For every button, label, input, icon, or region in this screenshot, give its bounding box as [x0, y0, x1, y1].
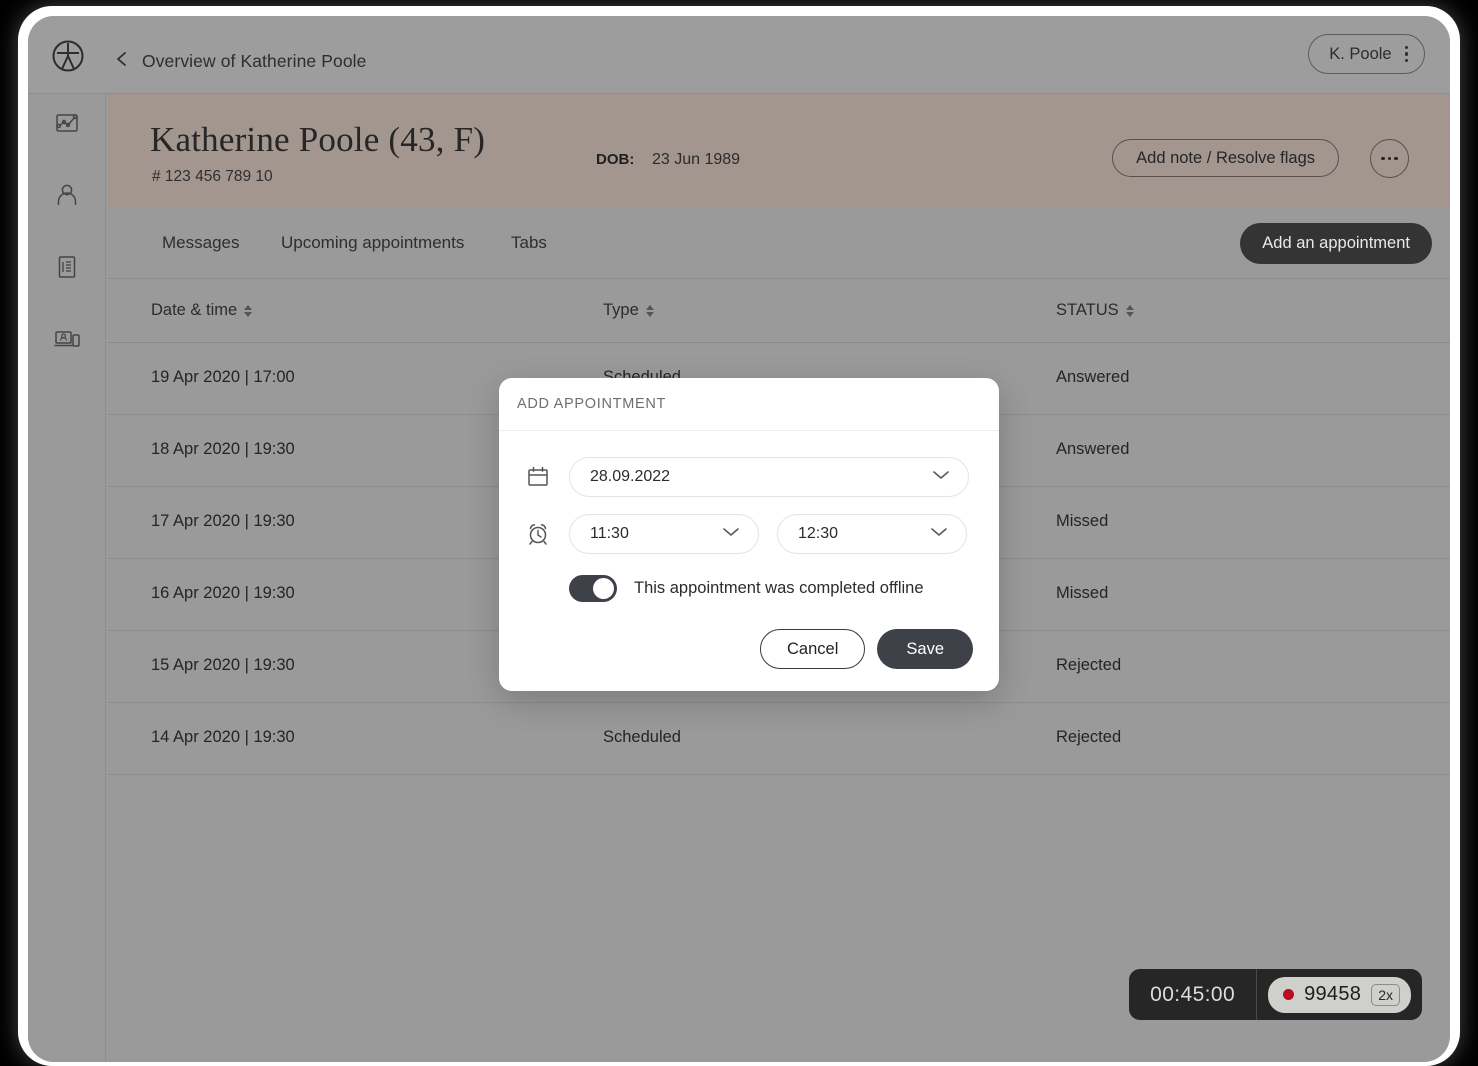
chevron-down-icon[interactable]: [722, 525, 740, 543]
cell-date-time: 17 Apr 2020 | 19:30: [151, 512, 295, 530]
sort-arrows-icon[interactable]: [244, 304, 253, 317]
breadcrumb[interactable]: Overview of Katherine Poole: [142, 51, 366, 72]
chevron-down-icon[interactable]: [932, 468, 950, 486]
recording-session-chip[interactable]: 99458 2x: [1268, 976, 1411, 1013]
cell-status: Answered: [1056, 368, 1130, 386]
dialog-title: ADD APPOINTMENT: [517, 396, 667, 412]
alarm-clock-icon: [525, 521, 551, 547]
tab-upcoming-appointments[interactable]: Upcoming appointments: [281, 233, 464, 253]
recording-session-id: 99458: [1304, 983, 1362, 1005]
cell-date-time: 19 Apr 2020 | 17:00: [151, 368, 295, 386]
cell-status: Answered: [1056, 440, 1130, 458]
cancel-button[interactable]: Cancel: [760, 629, 866, 669]
tab-messages[interactable]: Messages: [162, 233, 239, 253]
dialog-title-bar: ADD APPOINTMENT: [499, 378, 999, 431]
add-note-resolve-flags-button[interactable]: Add note / Resolve flags: [1112, 139, 1339, 177]
date-value: 28.09.2022: [590, 468, 671, 485]
tab-bar: Messages Upcoming appointments Tabs Add …: [107, 208, 1450, 279]
recording-session: 99458 2x: [1257, 976, 1422, 1013]
column-header-status[interactable]: STATUS: [1056, 301, 1134, 320]
end-time-value: 12:30: [798, 525, 839, 542]
toggle-knob: [593, 578, 614, 599]
cell-status: Rejected: [1056, 656, 1122, 674]
offline-toggle[interactable]: [569, 575, 617, 602]
add-an-appointment-button[interactable]: Add an appointment: [1240, 223, 1432, 264]
top-bar: Overview of Katherine Poole K. Poole: [28, 16, 1450, 94]
calendar-icon: [525, 464, 551, 490]
table-header: Date & time Type STATUS: [107, 279, 1450, 343]
cell-date-time: 18 Apr 2020 | 19:30: [151, 440, 295, 458]
sort-arrows-icon[interactable]: [645, 304, 654, 317]
device-frame: Overview of Katherine Poole K. Poole Kat…: [18, 6, 1460, 1066]
clinic-logo-icon: [51, 39, 85, 73]
playback-speed-badge[interactable]: 2x: [1371, 983, 1400, 1006]
patient-header-band: Katherine Poole (43, F) # 123 456 789 10…: [107, 94, 1450, 208]
recording-widget: 00:45:00 99458 2x: [1129, 969, 1422, 1020]
analytics-chart-icon: [54, 110, 80, 141]
time-pair: 11:30 12:30: [569, 514, 967, 554]
save-button[interactable]: Save: [877, 629, 973, 669]
person-icon: [54, 182, 80, 213]
dialog-actions: Cancel Save: [525, 629, 973, 669]
column-header-label: STATUS: [1056, 301, 1119, 319]
sidebar-item-records[interactable]: [48, 250, 86, 288]
page-title: Katherine Poole (43, F): [150, 120, 486, 159]
date-field-row: 28.09.2022: [525, 457, 973, 497]
cell-status: Missed: [1056, 584, 1109, 602]
cell-status: Rejected: [1056, 728, 1122, 746]
cell-date-time: 16 Apr 2020 | 19:30: [151, 584, 295, 602]
recording-elapsed-time: 00:45:00: [1129, 969, 1258, 1020]
cell-date-time: 14 Apr 2020 | 19:30: [151, 728, 295, 746]
column-header-label: Date & time: [151, 301, 238, 319]
date-select[interactable]: 28.09.2022: [569, 457, 969, 497]
column-header-label: Type: [603, 301, 639, 319]
sidebar: [28, 94, 106, 1062]
ellipsis-icon[interactable]: [1370, 139, 1409, 178]
column-header-type[interactable]: Type: [603, 301, 654, 320]
patient-id-label: # 123 456 789 10: [152, 168, 273, 185]
sidebar-item-devices[interactable]: [48, 322, 86, 360]
add-appointment-dialog: ADD APPOINTMENT 28.09.2022 11:30 12:30 T…: [499, 378, 999, 691]
tab-tabs[interactable]: Tabs: [511, 233, 547, 253]
start-time-value: 11:30: [590, 525, 629, 542]
devices-icon: [53, 326, 81, 357]
table-row[interactable]: 14 Apr 2020 | 19:30 Scheduled Rejected: [107, 703, 1450, 775]
sidebar-item-analytics[interactable]: [48, 106, 86, 144]
cell-type: Scheduled: [603, 728, 681, 746]
cell-date-time: 15 Apr 2020 | 19:30: [151, 656, 295, 674]
offline-toggle-label: This appointment was completed offline: [634, 579, 924, 597]
time-field-row: 11:30 12:30: [525, 514, 973, 554]
kebab-menu-icon[interactable]: [1404, 45, 1408, 63]
dob-label: DOB:: [596, 151, 635, 168]
cell-status: Missed: [1056, 512, 1109, 530]
dob-value: 23 Jun 1989: [652, 151, 741, 168]
sort-arrows-icon[interactable]: [1125, 304, 1134, 317]
chevron-left-icon[interactable]: [115, 51, 129, 66]
app-screen: Overview of Katherine Poole K. Poole Kat…: [28, 16, 1450, 1062]
document-icon: [54, 254, 80, 285]
end-time-select[interactable]: 12:30: [777, 514, 967, 554]
chevron-down-icon[interactable]: [930, 525, 948, 543]
start-time-select[interactable]: 11:30: [569, 514, 759, 554]
offline-toggle-row: This appointment was completed offline: [569, 575, 973, 602]
user-name-label: K. Poole: [1329, 44, 1392, 63]
record-dot-icon: [1283, 989, 1295, 1000]
user-menu-button[interactable]: K. Poole: [1308, 34, 1425, 74]
dialog-body: 28.09.2022 11:30 12:30 This appointment …: [499, 431, 999, 691]
column-header-date-time[interactable]: Date & time: [151, 301, 253, 320]
sidebar-item-patients[interactable]: [48, 178, 86, 216]
